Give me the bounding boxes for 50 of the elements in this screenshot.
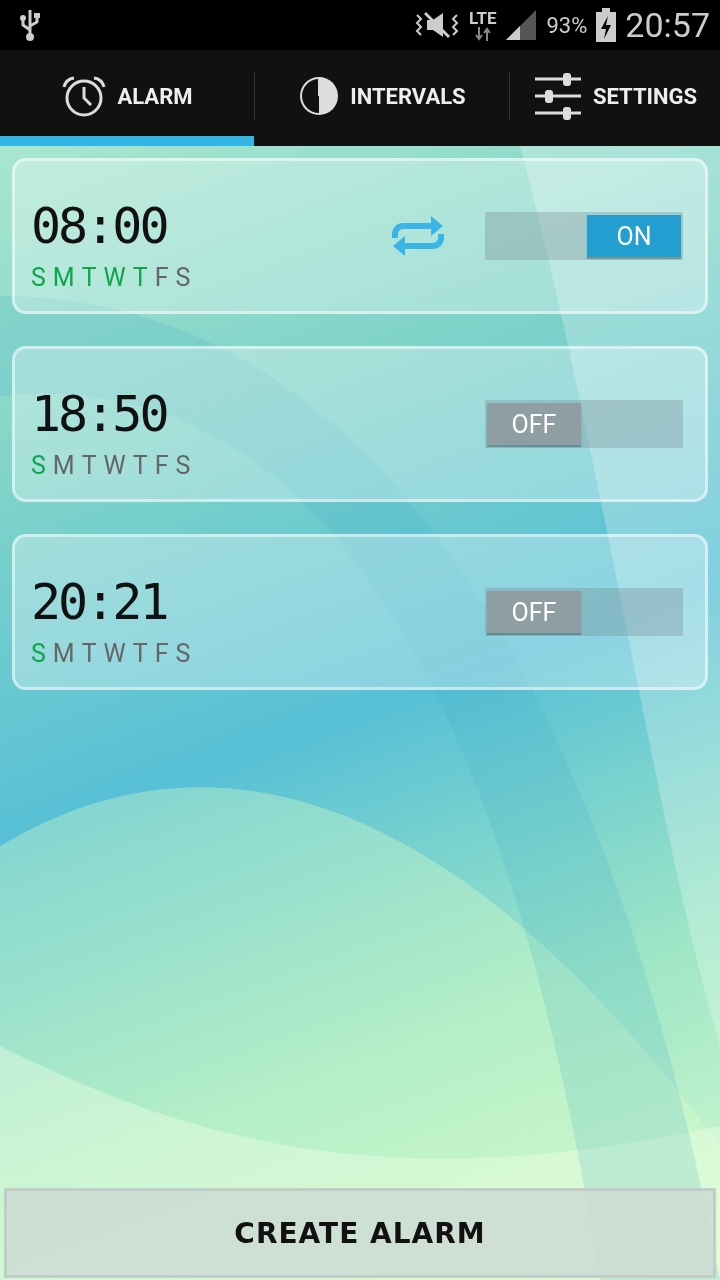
weekday[interactable]: T	[132, 262, 148, 292]
weekday[interactable]: M	[52, 638, 75, 668]
weekday[interactable]: S	[31, 262, 46, 292]
weekday[interactable]: F	[154, 450, 169, 480]
toggle-switch[interactable]: OFF	[485, 588, 683, 636]
alarm-time: 20:21	[31, 576, 168, 627]
weekday[interactable]: T	[81, 262, 97, 292]
toggle-switch[interactable]: ON	[485, 212, 683, 260]
create-alarm-button[interactable]: CREATE ALARM	[4, 1188, 716, 1278]
weekday[interactable]: S	[175, 450, 191, 480]
weekday[interactable]: T	[81, 638, 97, 668]
sliders-icon	[532, 71, 583, 121]
tab-label: ALARM	[117, 83, 193, 109]
alarm-time: 18:50	[31, 388, 168, 439]
network-type: LTE	[469, 9, 497, 27]
weekday[interactable]: T	[132, 450, 148, 480]
weekday[interactable]: F	[154, 262, 169, 292]
tab[interactable]: INTERVALS	[255, 50, 509, 146]
weekday[interactable]: M	[52, 450, 75, 480]
weekday[interactable]: M	[52, 262, 75, 292]
weekday[interactable]: T	[132, 638, 148, 668]
usb-icon	[18, 8, 42, 42]
tab-label: INTERVALS	[350, 83, 466, 109]
alarm-clock-icon	[61, 75, 108, 117]
repeat-icon	[389, 214, 447, 258]
alarm-card[interactable]: 08:00 S M T W T F S ON	[12, 158, 708, 314]
battery-charging-icon	[595, 8, 618, 42]
tab-label: SETTINGS	[592, 83, 698, 109]
toggle-thumb: OFF	[487, 403, 581, 445]
alarm-card[interactable]: 20:21 S M T W T F S OFF	[12, 534, 708, 690]
status-time: 20:57	[625, 5, 710, 45]
weekday[interactable]: S	[31, 638, 46, 668]
toggle-switch[interactable]: OFF	[485, 400, 683, 448]
weekday[interactable]: W	[103, 262, 126, 292]
weekday[interactable]: S	[31, 450, 46, 480]
weekday[interactable]: S	[175, 262, 191, 292]
weekday[interactable]: W	[103, 450, 126, 480]
toggle-thumb: ON	[587, 215, 681, 257]
battery-percent: 93%	[546, 12, 588, 38]
alarm-card[interactable]: 18:50 S M T W T F S OFF	[12, 346, 708, 502]
data-arrows-icon	[474, 26, 491, 41]
alarm-time: 08:00	[31, 200, 168, 251]
weekday[interactable]: T	[81, 450, 97, 480]
toggle-thumb: OFF	[487, 591, 581, 633]
tab[interactable]: SETTINGS	[510, 50, 720, 146]
weekday[interactable]: S	[175, 638, 191, 668]
signal-icon	[504, 8, 539, 42]
weekday[interactable]: F	[154, 638, 169, 668]
stopwatch-icon	[298, 75, 341, 117]
weekday[interactable]: W	[103, 638, 126, 668]
